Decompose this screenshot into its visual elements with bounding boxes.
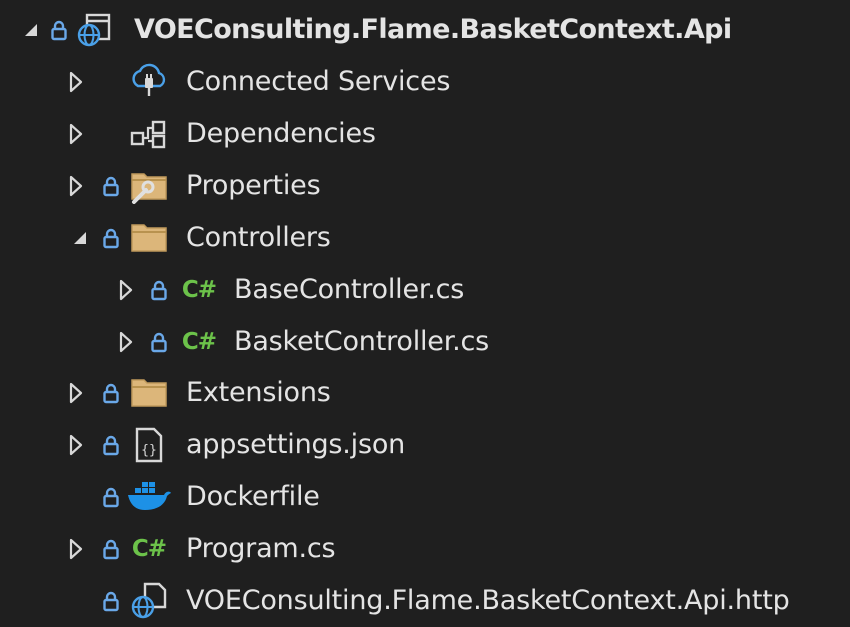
tree-item-label: Connected Services <box>186 66 451 97</box>
web-project-icon <box>74 4 114 56</box>
tree-item-label: BaseController.cs <box>234 274 465 305</box>
http-file-icon <box>126 575 172 627</box>
svg-text:{}: {} <box>141 443 157 458</box>
tree-row-dependencies[interactable]: Dependencies <box>0 108 850 160</box>
connected-services-icon <box>126 56 172 108</box>
tree-row-properties[interactable]: Properties <box>0 160 850 212</box>
tree-row-connected-services[interactable]: Connected Services <box>0 56 850 108</box>
expand-arrow-icon[interactable] <box>66 419 86 471</box>
tree-item-label: VOEConsulting.Flame.BasketContext.Api.ht… <box>186 585 790 616</box>
lock-icon <box>100 160 122 212</box>
tree-row-http-file[interactable]: VOEConsulting.Flame.BasketContext.Api.ht… <box>0 575 850 627</box>
lock-icon <box>100 523 122 575</box>
tree-row-basecontroller[interactable]: C# BaseController.cs <box>0 264 850 316</box>
expand-arrow-icon[interactable] <box>66 523 86 575</box>
lock-icon <box>100 419 122 471</box>
collapse-arrow-icon[interactable] <box>68 212 92 264</box>
project-name: VOEConsulting.Flame.BasketContext.Api <box>134 14 732 45</box>
tree-row-appsettings[interactable]: {} appsettings.json <box>0 419 850 471</box>
docker-icon <box>126 471 172 523</box>
expand-arrow-icon[interactable] <box>66 160 86 212</box>
expand-arrow-icon[interactable] <box>116 264 136 316</box>
expand-arrow-icon[interactable] <box>66 108 86 160</box>
folder-icon <box>126 212 172 264</box>
tree-item-label: Program.cs <box>186 533 336 564</box>
lock-icon <box>48 4 70 56</box>
tree-row-extensions[interactable]: Extensions <box>0 367 850 419</box>
json-file-icon: {} <box>126 419 172 471</box>
lock-icon <box>148 264 170 316</box>
csharp-file-icon: C# <box>181 277 217 303</box>
lock-icon <box>100 575 122 627</box>
expand-arrow-icon[interactable] <box>116 316 136 368</box>
tree-item-label: appsettings.json <box>186 429 406 460</box>
lock-icon <box>100 212 122 264</box>
dependencies-icon <box>126 108 172 160</box>
csharp-file-icon: C# <box>131 536 167 562</box>
csharp-file-icon: C# <box>181 329 217 355</box>
tree-item-label: Dependencies <box>186 118 376 149</box>
lock-icon <box>148 316 170 368</box>
lock-icon <box>100 367 122 419</box>
properties-folder-icon <box>126 160 172 212</box>
tree-item-label: Extensions <box>186 377 331 408</box>
tree-row-project[interactable]: VOEConsulting.Flame.BasketContext.Api <box>0 4 850 56</box>
expand-arrow-icon[interactable] <box>66 56 86 108</box>
tree-row-program[interactable]: C# Program.cs <box>0 523 850 575</box>
tree-item-label: BasketController.cs <box>234 326 490 357</box>
tree-row-dockerfile[interactable]: Dockerfile <box>0 471 850 523</box>
collapse-arrow-icon[interactable] <box>18 4 44 56</box>
expand-arrow-icon[interactable] <box>66 367 86 419</box>
lock-icon <box>100 471 122 523</box>
tree-row-controllers[interactable]: Controllers <box>0 212 850 264</box>
tree-row-basketcontroller[interactable]: C# BasketController.cs <box>0 316 850 368</box>
tree-item-label: Properties <box>186 170 321 201</box>
solution-explorer-tree: VOEConsulting.Flame.BasketContext.Api Co… <box>0 0 850 624</box>
folder-icon <box>126 367 172 419</box>
tree-item-label: Controllers <box>186 222 331 253</box>
tree-item-label: Dockerfile <box>186 481 320 512</box>
